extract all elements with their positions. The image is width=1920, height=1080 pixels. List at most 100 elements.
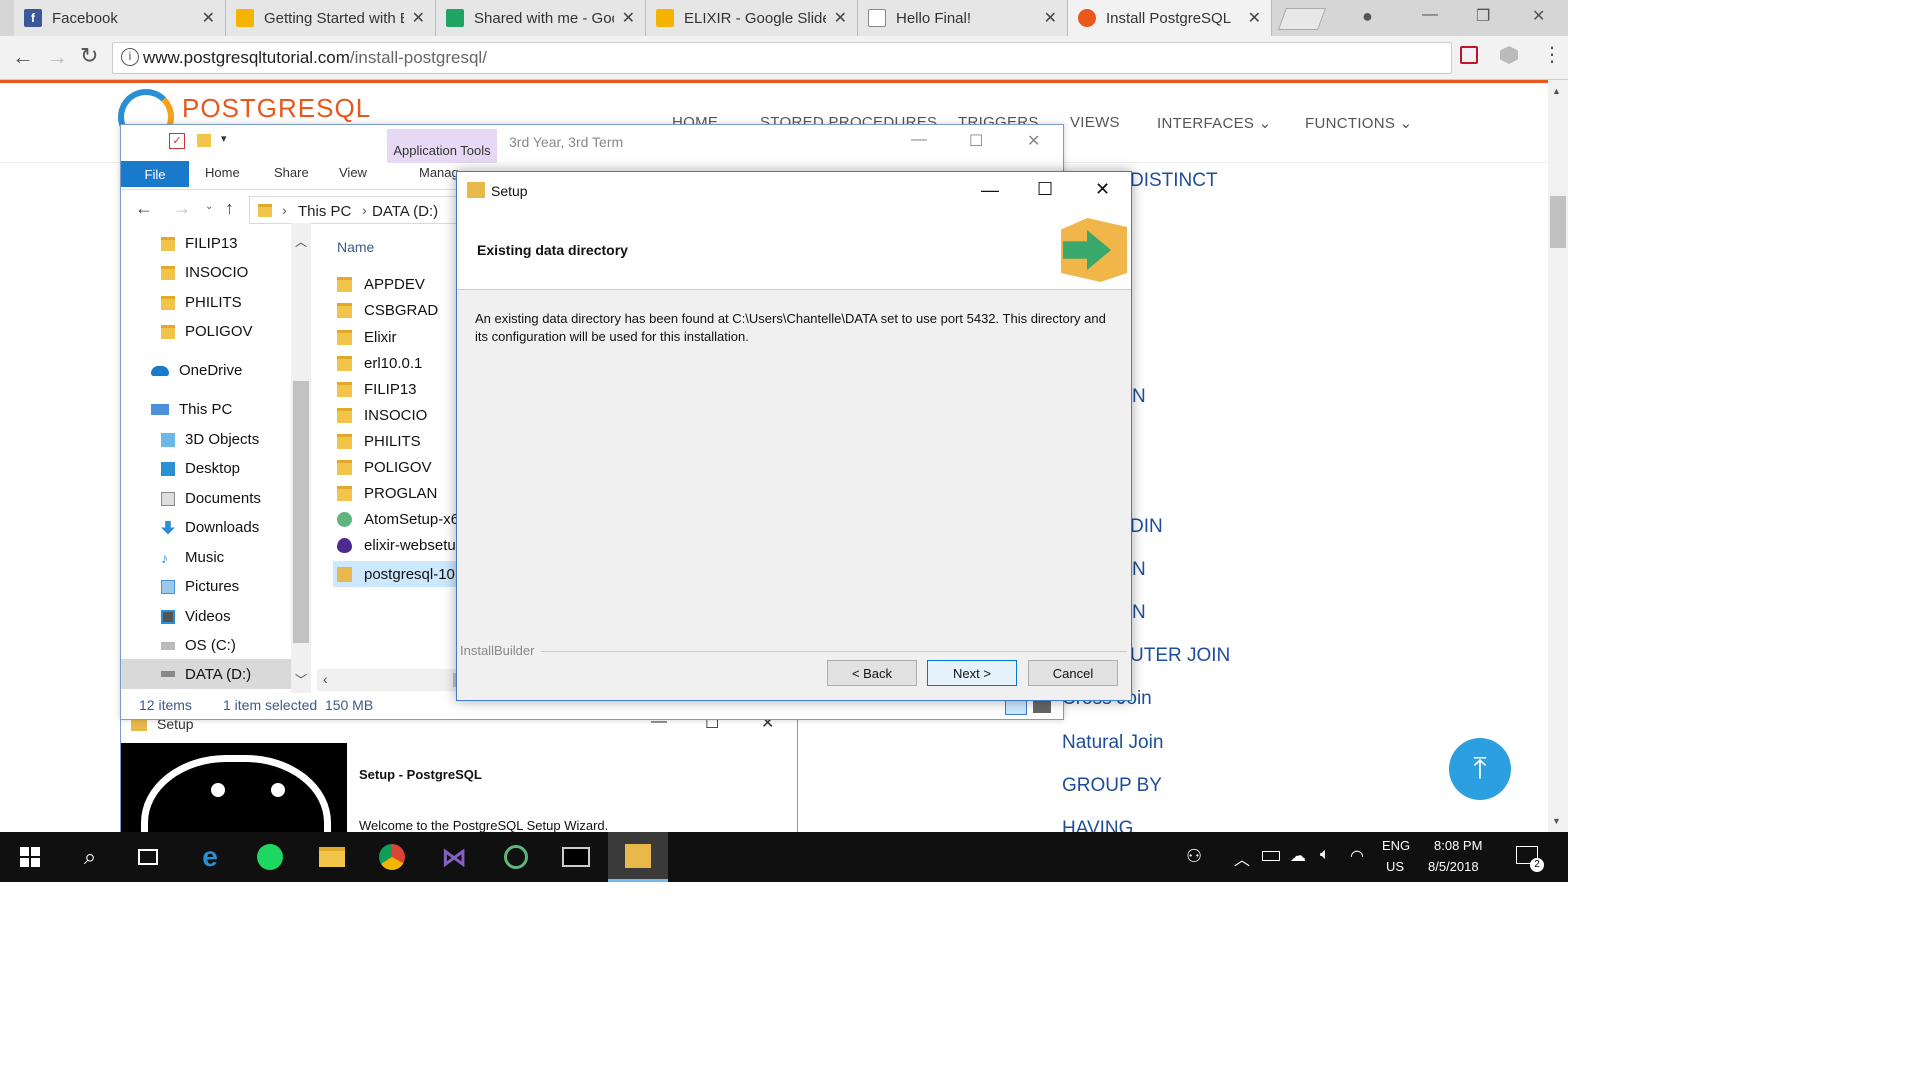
- list-item[interactable]: INSOCIO: [337, 407, 427, 424]
- search-icon[interactable]: ⌕: [60, 832, 120, 882]
- back-icon[interactable]: ←: [135, 198, 153, 219]
- site-logo-text[interactable]: POSTGRESQL: [182, 93, 371, 124]
- new-tab-button[interactable]: [1277, 8, 1327, 30]
- list-item[interactable]: Elixir: [337, 329, 397, 346]
- tab-manage[interactable]: Manag: [419, 165, 459, 180]
- tab-facebook[interactable]: f Facebook ✕: [14, 0, 226, 36]
- new-folder-icon[interactable]: [197, 134, 211, 147]
- customize-toolbar-icon[interactable]: ▾: [221, 132, 227, 145]
- properties-icon[interactable]: ✓: [169, 133, 185, 149]
- minimize-icon[interactable]: —: [911, 131, 927, 149]
- battery-icon[interactable]: [1262, 851, 1280, 861]
- breadcrumb[interactable]: › This PC › DATA (D:): [249, 196, 459, 224]
- sidebar-link-group-by[interactable]: GROUP BY: [1062, 775, 1162, 797]
- tab-home[interactable]: Home: [205, 165, 240, 180]
- nav-item-this-pc[interactable]: This PC: [151, 401, 232, 418]
- close-icon[interactable]: ✕: [1095, 179, 1110, 200]
- keyboard-layout[interactable]: US: [1386, 859, 1404, 874]
- nav-item-data-d[interactable]: DATA (D:): [121, 659, 291, 689]
- nav-item-philits[interactable]: PHILITS: [161, 294, 242, 311]
- reload-icon[interactable]: ↻: [80, 43, 98, 69]
- scroll-up-icon[interactable]: ▲: [1552, 86, 1561, 96]
- extension-icon[interactable]: [1500, 46, 1518, 64]
- back-button[interactable]: < Back: [827, 660, 917, 686]
- file-list-hscrollbar[interactable]: ‹: [317, 669, 463, 691]
- large-icons-view-icon[interactable]: [1033, 701, 1051, 713]
- recent-locations-icon[interactable]: ⌄: [205, 201, 213, 212]
- list-item[interactable]: PHILITS: [337, 433, 421, 450]
- clock-date[interactable]: 8/5/2018: [1428, 859, 1479, 874]
- nav-item-music[interactable]: ♪ Music: [161, 549, 224, 566]
- file-explorer-icon[interactable]: [302, 832, 362, 882]
- tab-install-postgresql[interactable]: Install PostgreSQL ✕: [1068, 0, 1272, 36]
- list-item[interactable]: AtomSetup-x6: [337, 511, 459, 528]
- nav-item-downloads[interactable]: Downloads: [161, 519, 259, 536]
- sidebar-link[interactable]: N: [1132, 386, 1146, 408]
- tab-getting-started[interactable]: Getting Started with E ✕: [226, 0, 436, 36]
- minimize-icon[interactable]: —: [981, 180, 999, 201]
- nav-item-filip13[interactable]: FILIP13: [161, 235, 238, 252]
- cancel-button[interactable]: Cancel: [1028, 660, 1118, 686]
- up-icon[interactable]: ↑: [225, 198, 234, 219]
- list-item[interactable]: APPDEV: [337, 276, 425, 293]
- sidebar-link-distinct[interactable]: DISTINCT: [1130, 170, 1218, 192]
- tab-hello-final[interactable]: Hello Final! ✕: [858, 0, 1068, 36]
- tab-shared-with-me[interactable]: Shared with me - Goo ✕: [436, 0, 646, 36]
- nav-interfaces[interactable]: INTERFACES ⌄: [1157, 114, 1272, 132]
- scrollbar-thumb[interactable]: [293, 381, 309, 643]
- spotify-icon[interactable]: [240, 832, 300, 882]
- people-icon[interactable]: ⚇: [1186, 846, 1202, 867]
- menu-icon[interactable]: ⋮: [1542, 42, 1562, 67]
- wifi-icon[interactable]: ◠: [1350, 846, 1364, 866]
- clock-time[interactable]: 8:08 PM: [1434, 838, 1482, 853]
- nav-views[interactable]: VIEWS: [1070, 114, 1120, 131]
- back-icon[interactable]: ←: [12, 44, 34, 70]
- list-item[interactable]: CSBGRAD: [337, 302, 438, 319]
- tab-view[interactable]: View: [339, 165, 367, 180]
- scroll-down-icon[interactable]: ﹀: [295, 671, 307, 688]
- page-scrollbar[interactable]: ▲ ▼: [1548, 80, 1568, 832]
- atom-icon[interactable]: [486, 832, 546, 882]
- profile-icon[interactable]: ●: [1362, 6, 1373, 27]
- close-icon[interactable]: ✕: [412, 8, 425, 28]
- task-view-icon[interactable]: [118, 832, 178, 882]
- nav-item-desktop[interactable]: Desktop: [161, 460, 240, 477]
- nav-functions[interactable]: FUNCTIONS ⌄: [1305, 114, 1413, 132]
- nav-scrollbar[interactable]: ︿ ﹀: [291, 223, 311, 693]
- breadcrumb-data-d[interactable]: DATA (D:): [372, 203, 438, 220]
- forward-icon[interactable]: →: [173, 198, 191, 219]
- tab-elixir-slides[interactable]: ELIXIR - Google Slide ✕: [646, 0, 858, 36]
- edge-icon[interactable]: e: [180, 832, 240, 882]
- nav-item-videos[interactable]: Videos: [161, 608, 231, 625]
- chrome-icon[interactable]: [362, 832, 422, 882]
- list-item[interactable]: FILIP13: [337, 381, 417, 398]
- sidebar-link[interactable]: N: [1132, 559, 1146, 581]
- onedrive-icon[interactable]: ☁: [1290, 846, 1306, 866]
- restore-icon[interactable]: ❐: [1476, 6, 1490, 26]
- sidebar-link-having[interactable]: HAVING: [1062, 818, 1133, 832]
- maximize-icon[interactable]: ☐: [969, 131, 983, 151]
- sidebar-link[interactable]: DIN: [1130, 516, 1163, 538]
- close-icon[interactable]: ✕: [834, 8, 847, 28]
- details-view-icon[interactable]: [1005, 699, 1027, 715]
- close-icon[interactable]: ✕: [1044, 8, 1057, 28]
- installer-taskbar-icon[interactable]: [608, 832, 668, 882]
- info-icon[interactable]: i: [121, 48, 139, 66]
- start-button[interactable]: [0, 832, 60, 882]
- show-hidden-icons-icon[interactable]: ︿: [1234, 846, 1250, 870]
- pocket-extension-icon[interactable]: [1460, 46, 1478, 64]
- application-tools-tab[interactable]: Application Tools: [387, 129, 497, 163]
- command-prompt-icon[interactable]: [546, 832, 606, 882]
- close-window-icon[interactable]: ✕: [1532, 6, 1545, 26]
- list-item[interactable]: PROGLAN: [337, 485, 437, 502]
- nav-item-insocio[interactable]: INSOCIO: [161, 264, 248, 281]
- forward-icon[interactable]: →: [46, 44, 68, 70]
- breadcrumb-this-pc[interactable]: This PC: [298, 203, 351, 220]
- list-item[interactable]: POLIGOV: [337, 459, 432, 476]
- scroll-to-top-button[interactable]: ⤒: [1449, 738, 1511, 800]
- nav-item-pictures[interactable]: Pictures: [161, 578, 239, 595]
- minimize-icon[interactable]: —: [1422, 6, 1438, 24]
- scroll-left-icon[interactable]: ‹: [323, 671, 328, 687]
- scroll-up-icon[interactable]: ︿: [295, 233, 307, 250]
- sidebar-link[interactable]: N: [1132, 602, 1146, 624]
